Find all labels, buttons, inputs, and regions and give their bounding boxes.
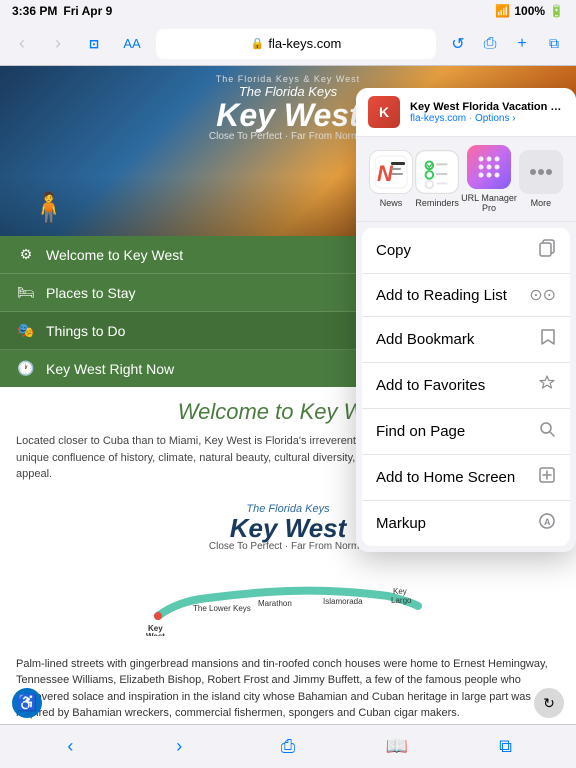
hero-logo: The Florida Keys & Key West The Florida …	[209, 74, 367, 142]
now-icon: 🕐	[16, 360, 36, 377]
menu-item-favorites[interactable]: Add to Favorites	[362, 363, 570, 409]
body-text-section: Palm-lined streets with gingerbread mans…	[0, 648, 576, 730]
hero-subtitle: The Florida Keys & Key West	[209, 74, 367, 84]
tab-info: Key West Florida Vacation Planning | M..…	[410, 101, 564, 124]
bottom-back-button[interactable]: ‹	[54, 731, 86, 763]
svg-text:Largo: Largo	[391, 596, 412, 605]
markup-icon: A	[538, 512, 556, 535]
app-icon-more[interactable]: More	[519, 150, 563, 208]
more-label: More	[531, 198, 552, 208]
svg-text:The Lower Keys: The Lower Keys	[193, 604, 251, 613]
hero-silhouette: 🧍	[30, 191, 67, 226]
text-size-button[interactable]: AA	[116, 30, 148, 58]
more-app-icon	[519, 150, 563, 194]
lock-icon: 🔒	[251, 37, 265, 50]
bottom-tabs-button[interactable]: ⧉	[490, 731, 522, 763]
tab-url: fla-keys.com · Options ›	[410, 113, 564, 124]
find-icon	[538, 420, 556, 443]
reminders-app-icon	[415, 150, 459, 194]
menu-item-copy[interactable]: Copy	[362, 228, 570, 274]
bottom-bookmarks-button[interactable]: 📖	[381, 731, 413, 763]
welcome-icon: ⚙	[16, 246, 36, 263]
menu-item-markup[interactable]: Markup A	[362, 501, 570, 546]
menu-item-bookmark[interactable]: Add Bookmark	[362, 317, 570, 363]
status-bar: 3:36 PM Fri Apr 9 📶 100% 🔋	[0, 0, 576, 22]
tabs-button[interactable]: ⧉	[540, 30, 568, 58]
find-label: Find on Page	[376, 423, 465, 440]
copy-icon	[538, 239, 556, 262]
menu-item-find[interactable]: Find on Page	[362, 409, 570, 455]
website-content: The Florida Keys & Key West The Florida …	[0, 66, 576, 768]
svg-text:West: West	[146, 632, 165, 636]
tab-title: Key West Florida Vacation Planning | M..…	[410, 101, 564, 113]
app-icon-reminders[interactable]: Reminders	[415, 150, 459, 208]
status-time: 3:36 PM Fri Apr 9	[12, 4, 112, 18]
browser-toolbar: ‹ › ⊡ AA 🔒 fla-keys.com ↺ ⎙ + ⧉	[0, 22, 576, 66]
favorites-icon	[538, 374, 556, 397]
menu-item-reading-list[interactable]: Add to Reading List ⊙⊙	[362, 274, 570, 317]
url-manager-app-icon	[467, 145, 511, 189]
places-icon: 🛏	[16, 284, 36, 301]
things-icon: 🎭	[16, 322, 36, 339]
status-indicators: 📶 100% 🔋	[495, 4, 564, 18]
app-icon-news[interactable]: N News	[369, 150, 413, 208]
hero-tagline: Close To Perfect · Far From Normal	[209, 131, 367, 142]
accessibility-button[interactable]: ♿	[12, 688, 42, 718]
menu-item-home-screen[interactable]: Add to Home Screen	[362, 455, 570, 501]
app-icons-row: N News	[356, 137, 576, 222]
privacy-icon: ↻	[543, 695, 555, 712]
url-bar[interactable]: 🔒 fla-keys.com	[156, 29, 436, 59]
bottom-forward-button[interactable]: ›	[163, 731, 195, 763]
news-label: News	[380, 198, 403, 208]
hero-title-keywest: Key West	[209, 99, 367, 131]
news-app-icon: N	[369, 150, 413, 194]
back-button[interactable]: ‹	[8, 30, 36, 58]
reader-button[interactable]: ⊡	[80, 30, 108, 58]
svg-text:Marathon: Marathon	[258, 599, 292, 608]
new-tab-button[interactable]: +	[508, 30, 536, 58]
wifi-icon: 📶	[495, 4, 510, 18]
share-dropdown: K Key West Florida Vacation Planning | M…	[356, 88, 576, 552]
svg-text:Key: Key	[393, 587, 407, 596]
tab-suggestion[interactable]: K Key West Florida Vacation Planning | M…	[356, 88, 576, 137]
svg-text:Islamorada: Islamorada	[323, 597, 363, 606]
reading-list-icon: ⊙⊙	[529, 285, 556, 305]
battery-icon: 🔋	[549, 4, 564, 18]
markup-label: Markup	[376, 515, 426, 532]
home-screen-icon	[538, 466, 556, 489]
privacy-button[interactable]: ↻	[534, 688, 564, 718]
share-menu: Copy Add to Reading List ⊙⊙ Add Bookmark	[362, 228, 570, 546]
home-screen-label: Add to Home Screen	[376, 469, 515, 486]
app-icon-url-manager[interactable]: URL ManagerPro	[461, 145, 517, 213]
copy-label: Copy	[376, 242, 411, 259]
bottom-share-button[interactable]: ⎙	[272, 731, 304, 763]
reading-list-label: Add to Reading List	[376, 287, 507, 304]
body-text: Palm-lined streets with gingerbread mans…	[16, 656, 560, 722]
bottom-bar: ‹ › ⎙ 📖 ⧉	[0, 724, 576, 768]
browser-actions: ↺ ⎙ + ⧉	[444, 30, 568, 58]
forward-button[interactable]: ›	[44, 30, 72, 58]
accessibility-icon: ♿	[17, 693, 37, 713]
reminders-label: Reminders	[415, 198, 459, 208]
tab-favicon: K	[368, 96, 400, 128]
map-visual: Key West The Lower Keys Marathon Islamor…	[16, 556, 560, 636]
favorites-label: Add to Favorites	[376, 377, 485, 394]
reload-button[interactable]: ↺	[444, 30, 472, 58]
bookmark-label: Add Bookmark	[376, 331, 474, 348]
share-button[interactable]: ⎙	[476, 30, 504, 58]
svg-text:A: A	[544, 517, 551, 527]
url-manager-label: URL ManagerPro	[461, 193, 517, 213]
bookmark-icon	[540, 328, 556, 351]
